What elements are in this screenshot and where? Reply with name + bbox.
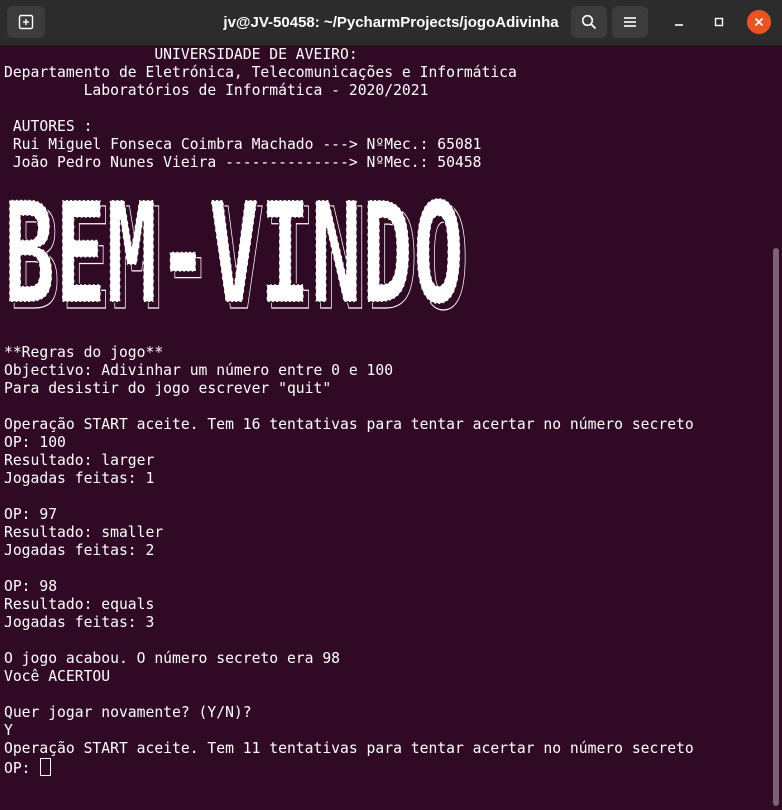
- author-2: João Pedro Nunes Vieira --------------> …: [4, 154, 482, 171]
- blank-line: [4, 632, 774, 650]
- close-icon: [754, 17, 764, 27]
- new-tab-button[interactable]: [7, 6, 45, 38]
- blank-line: [4, 100, 774, 118]
- replay-question: Quer jogar novamente? (Y/N)?: [4, 704, 252, 721]
- move-result: Resultado: larger: [4, 452, 155, 469]
- new-tab-icon: [18, 14, 34, 30]
- title-bar: jv@JV-50458: ~/PycharmProjects/jogoAdivi…: [0, 0, 782, 46]
- header-department: Departamento de Eletrónica, Telecomunica…: [4, 64, 517, 81]
- move-count: Jogadas feitas: 2: [4, 542, 155, 559]
- header-lab: Laboratórios de Informática - 2020/2021: [4, 82, 429, 99]
- blank-line: [4, 686, 774, 704]
- replay-answer: Y: [4, 722, 13, 739]
- maximize-icon: [714, 17, 724, 27]
- input-line[interactable]: OP:: [4, 758, 774, 778]
- close-button[interactable]: [747, 10, 771, 34]
- move-count: Jogadas feitas: 3: [4, 614, 155, 631]
- maximize-button[interactable]: [707, 10, 731, 34]
- hamburger-menu-icon: [624, 17, 636, 27]
- move-result: Resultado: smaller: [4, 524, 164, 541]
- rules-heading: **Regras do jogo**: [4, 344, 164, 361]
- move-op: OP: 97: [4, 506, 58, 523]
- move-count: Jogadas feitas: 1: [4, 470, 155, 487]
- scrollbar-thumb[interactable]: [773, 248, 779, 806]
- blank-line: [4, 488, 774, 506]
- terminal-window: jv@JV-50458: ~/PycharmProjects/jogoAdivi…: [0, 0, 782, 810]
- header-university: UNIVERSIDADE DE AVEIRO:: [4, 46, 358, 63]
- game-end-message: O jogo acabou. O número secreto era 98: [4, 650, 341, 667]
- author-1: Rui Miguel Fonseca Coimbra Machado ---> …: [4, 136, 482, 153]
- rules-quit: Para desistir do jogo escrever "quit": [4, 380, 332, 397]
- minimize-icon: [675, 24, 683, 26]
- search-icon: [581, 14, 597, 30]
- terminal-output[interactable]: UNIVERSIDADE DE AVEIRO: Departamento de …: [0, 46, 774, 810]
- start-message-2: Operação START aceite. Tem 11 tentativas…: [4, 740, 694, 757]
- move-op: OP: 98: [4, 578, 58, 595]
- welcome-banner: BEM-VINDO BEM-VINDO: [4, 190, 470, 330]
- authors-heading: AUTORES :: [4, 118, 93, 135]
- minimize-button[interactable]: [667, 10, 691, 34]
- text-cursor: [40, 758, 52, 776]
- move-op: OP: 100: [4, 434, 66, 451]
- welcome-banner-text: BEM-VINDO: [4, 190, 464, 330]
- rules-objective: Objectivo: Adivinhar um número entre 0 e…: [4, 362, 394, 379]
- op-prompt: OP:: [4, 760, 40, 777]
- blank-line: [4, 560, 774, 578]
- game-verdict: Você ACERTOU: [4, 668, 111, 685]
- start-message: Operação START aceite. Tem 16 tentativas…: [4, 416, 694, 433]
- blank-line: [4, 398, 774, 416]
- menu-button[interactable]: [612, 6, 648, 38]
- window-title: jv@JV-50458: ~/PycharmProjects/jogoAdivi…: [223, 14, 559, 31]
- move-result: Resultado: equals: [4, 596, 155, 613]
- search-button[interactable]: [571, 6, 607, 38]
